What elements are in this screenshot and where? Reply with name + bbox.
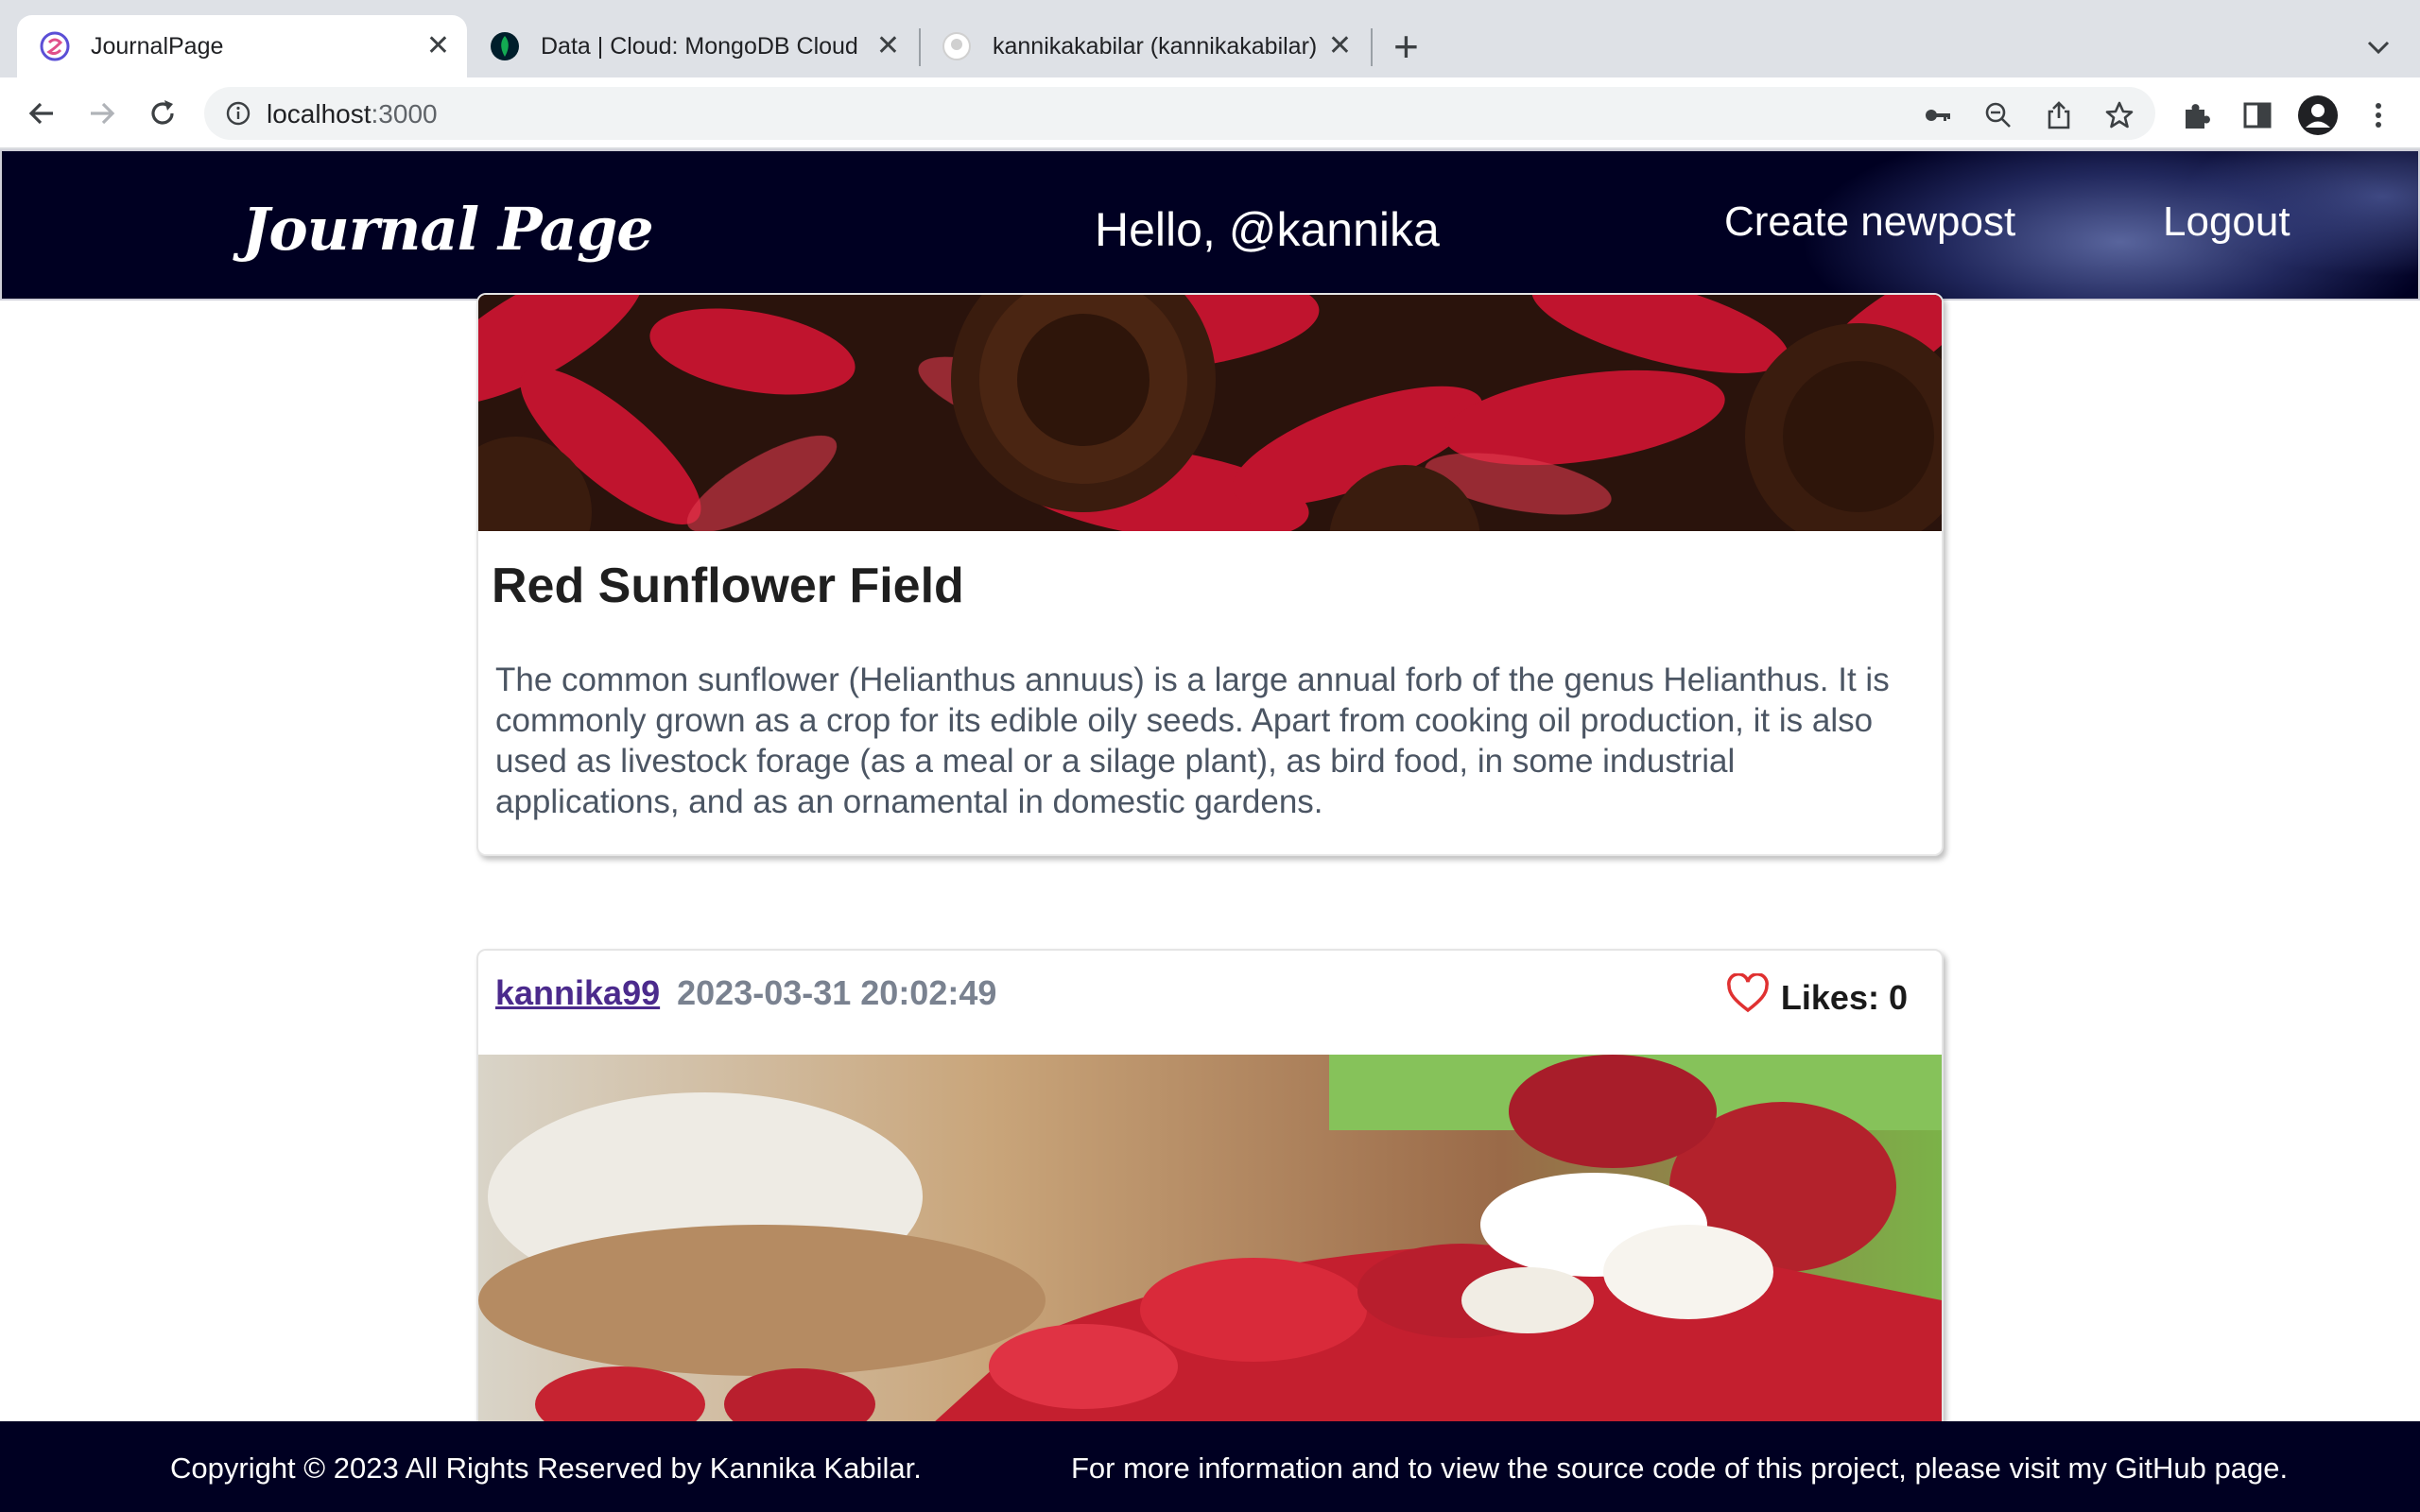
tab-title: JournalPage	[91, 32, 224, 60]
address-bar[interactable]: localhost:3000	[204, 87, 2155, 140]
site-info-icon[interactable]	[225, 100, 251, 127]
likes-counter: Likes: 0	[1726, 972, 1908, 1022]
key-icon[interactable]	[1923, 100, 1953, 130]
heart-icon[interactable]	[1726, 972, 1770, 1022]
tab-search-chevron-icon[interactable]	[2360, 28, 2397, 66]
site-header: Journal Page Hello, @kannika Create newp…	[0, 149, 2420, 301]
likes-label: Likes: 0	[1780, 977, 1908, 1017]
close-tab-icon[interactable]: ✕	[876, 32, 900, 60]
tab-journalpage[interactable]: JournalPage ✕	[17, 15, 467, 77]
tab-title: kannikakabilar (kannikakabilar)	[993, 32, 1318, 60]
bookmark-star-icon[interactable]	[2104, 100, 2135, 130]
tab-title: Data | Cloud: MongoDB Cloud	[541, 32, 858, 60]
greeting-text: Hello, @kannika	[1095, 203, 1440, 256]
browser-toolbar: localhost:3000	[0, 77, 2420, 149]
reload-icon[interactable]	[140, 91, 185, 136]
back-arrow-icon[interactable]	[19, 91, 64, 136]
browser-menu-icon[interactable]	[2361, 98, 2395, 132]
post-timestamp: 2023-03-31 20:02:49	[677, 973, 997, 1012]
copyright-text: Copyright © 2023 All Rights Reserved by …	[170, 1452, 922, 1485]
forward-arrow-icon[interactable]	[79, 91, 125, 136]
site-footer: Copyright © 2023 All Rights Reserved by …	[0, 1421, 2420, 1512]
zoom-out-icon[interactable]	[1983, 100, 2014, 130]
mongodb-leaf-icon	[490, 31, 520, 61]
tab-github[interactable]: kannikakabilar (kannikakabilar) ✕	[919, 15, 1369, 77]
journalpage-favicon-icon	[40, 31, 70, 61]
browser-tab-strip: JournalPage ✕ Data | Cloud: MongoDB Clou…	[0, 0, 2420, 77]
url-host: localhost	[267, 99, 372, 129]
post-title: Red Sunflower Field	[492, 558, 964, 613]
github-info-text[interactable]: For more information and to view the sou…	[1071, 1452, 2288, 1486]
post-card: kannika99 2023-03-31 20:02:49 Likes: 0	[476, 949, 1944, 1440]
tab-mongodb[interactable]: Data | Cloud: MongoDB Cloud ✕	[467, 15, 917, 77]
new-tab-button[interactable]: +	[1393, 25, 1419, 68]
post-image	[478, 295, 1942, 531]
url-port: :3000	[371, 99, 438, 129]
site-logo[interactable]: Journal Page	[242, 195, 654, 264]
profile-avatar-icon[interactable]	[2297, 94, 2339, 136]
share-icon[interactable]	[2044, 100, 2074, 130]
post-author-link[interactable]: kannika99	[495, 973, 660, 1013]
side-panel-icon[interactable]	[2240, 98, 2274, 132]
post-card: Red Sunflower Field The common sunflower…	[476, 293, 1944, 856]
post-meta: kannika99 2023-03-31 20:02:49	[495, 973, 996, 1013]
logout-link[interactable]: Logout	[2163, 198, 2290, 246]
post-description: The common sunflower (Helianthus annuus)…	[495, 662, 1890, 820]
url-text: localhost:3000	[267, 99, 438, 129]
close-tab-icon[interactable]: ✕	[426, 32, 450, 60]
create-new-post-link[interactable]: Create newpost	[1724, 198, 2015, 246]
tab-divider	[1371, 28, 1373, 66]
extensions-puzzle-icon[interactable]	[2180, 98, 2214, 132]
close-tab-icon[interactable]: ✕	[1328, 32, 1352, 60]
post-image	[478, 1055, 1942, 1433]
github-icon	[942, 31, 972, 61]
